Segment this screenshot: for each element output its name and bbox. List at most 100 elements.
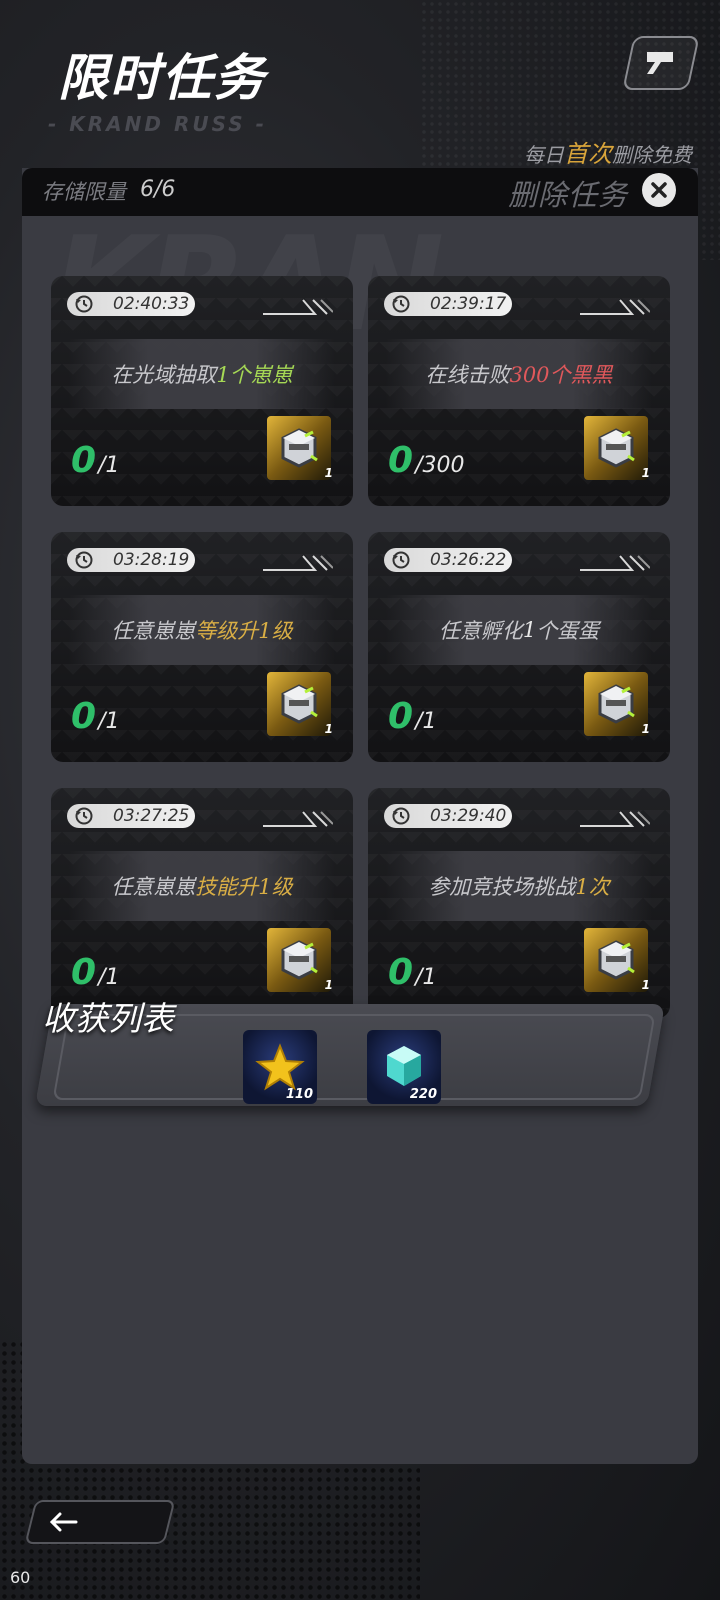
progress-current: 0 <box>71 696 97 737</box>
fps-counter: 60 <box>10 1568 31 1587</box>
harvest-count: 110 <box>285 1087 313 1102</box>
hint-highlight: 首次 <box>564 140 612 168</box>
reward-item[interactable]: 1 <box>267 672 333 736</box>
task-card[interactable]: 03:27:25 任意崽崽 技能升1级 0/1 1 <box>51 788 353 1018</box>
gear-crate-icon <box>598 684 635 724</box>
panel-header: 存储限量 6/6 删除任务 <box>22 168 698 216</box>
hint-suffix: 删除免费 <box>612 143 692 167</box>
task-card[interactable]: 02:40:33 在光域抽取 1个崽崽 0/1 1 <box>51 276 353 506</box>
task-card[interactable]: 03:29:40 参加竞技场挑战 1次 0/1 1 <box>368 788 670 1018</box>
free-delete-hint: 每日首次删除免费 <box>524 134 692 169</box>
timer-text: 02:39:17 <box>430 294 507 314</box>
desc-text: 在光域抽取 <box>111 363 217 387</box>
refresh-clock-icon <box>390 805 412 827</box>
task-description: 任意崽崽 技能升1级 <box>69 851 335 921</box>
reward-item[interactable]: 1 <box>267 928 333 992</box>
task-progress: 0/1 <box>71 440 119 481</box>
reward-count: 1 <box>641 466 650 480</box>
desc-text: 任意孵化 <box>438 619 523 643</box>
desc-highlight: 1 <box>522 618 537 642</box>
slash-decoration-icon <box>263 811 333 827</box>
progress-total: /300 <box>415 453 465 478</box>
task-description: 参加竞技场挑战 1次 <box>386 851 652 921</box>
task-timer: 03:26:22 <box>384 548 512 572</box>
reward-item[interactable]: 1 <box>584 928 650 992</box>
refresh-clock-icon <box>73 805 95 827</box>
desc-highlight: 等级升1级 <box>195 619 293 643</box>
progress-total: /1 <box>98 453 120 478</box>
timer-text: 03:28:19 <box>113 550 190 570</box>
desc-highlight: 300个黑黑 <box>509 363 613 387</box>
harvest-title: 收获列表 <box>42 999 174 1038</box>
progress-current: 0 <box>71 952 97 993</box>
gear-crate-icon <box>281 940 318 980</box>
reward-item[interactable]: 1 <box>584 672 650 736</box>
task-timer: 02:39:17 <box>384 292 512 316</box>
progress-current: 0 <box>388 696 414 737</box>
refresh-clock-icon <box>73 549 95 571</box>
slash-decoration-icon <box>263 299 333 315</box>
desc-highlight: 1次 <box>575 875 610 899</box>
reward-count: 1 <box>641 722 650 736</box>
task-card[interactable]: 02:39:17 在线击败 300个黑黑 0/300 1 <box>368 276 670 506</box>
desc-text: 参加竞技场挑战 <box>428 875 576 899</box>
back-button[interactable] <box>24 1500 176 1544</box>
slash-decoration-icon <box>263 555 333 571</box>
reward-item[interactable]: 1 <box>584 416 650 480</box>
slash-decoration-icon <box>580 299 650 315</box>
storage-label: 存储限量 <box>42 180 126 204</box>
timer-text: 03:29:40 <box>430 806 507 826</box>
page-title: 限时任务 <box>58 49 266 107</box>
slash-decoration-icon <box>580 555 650 571</box>
timer-text: 03:27:25 <box>113 806 190 826</box>
desc-text: 任意崽崽 <box>111 875 196 899</box>
harvest-item-cube[interactable]: 220 <box>367 1030 441 1104</box>
task-progress: 0/1 <box>71 952 119 993</box>
progress-current: 0 <box>71 440 97 481</box>
task-description: 任意孵化 1 个蛋蛋 <box>386 595 652 665</box>
task-card[interactable]: 03:28:19 任意崽崽 等级升1级 0/1 1 <box>51 532 353 762</box>
task-progress: 0/1 <box>388 952 436 993</box>
gear-crate-icon <box>281 428 318 468</box>
page-subtitle: - KRAND RUSS - <box>48 112 267 136</box>
task-timer: 03:29:40 <box>384 804 512 828</box>
refresh-clock-icon <box>73 293 95 315</box>
task-description: 在光域抽取 1个崽崽 <box>69 339 335 409</box>
desc-text: 在线击败 <box>425 363 510 387</box>
task-description: 在线击败 300个黑黑 <box>386 339 652 409</box>
progress-total: /1 <box>98 709 120 734</box>
corner-menu-button[interactable] <box>622 36 700 90</box>
desc-text: 任意崽崽 <box>111 619 196 643</box>
progress-total: /1 <box>98 965 120 990</box>
task-card[interactable]: 03:26:22 任意孵化 1 个蛋蛋 0/1 1 <box>368 532 670 762</box>
desc-highlight: 1个崽崽 <box>216 363 293 387</box>
progress-total: /1 <box>415 965 437 990</box>
harvest-item-star[interactable]: 110 <box>243 1030 317 1104</box>
hint-prefix: 每日 <box>524 143 564 167</box>
task-progress: 0/300 <box>388 440 464 481</box>
slash-decoration-icon <box>580 811 650 827</box>
task-timer: 02:40:33 <box>67 292 195 316</box>
delete-task-label[interactable]: 删除任务 <box>508 172 628 214</box>
progress-current: 0 <box>388 952 414 993</box>
desc-highlight: 技能升1级 <box>195 875 293 899</box>
task-progress: 0/1 <box>71 696 119 737</box>
reward-item[interactable]: 1 <box>267 416 333 480</box>
progress-current: 0 <box>388 440 414 481</box>
delete-task-button[interactable] <box>642 173 676 207</box>
refresh-clock-icon <box>390 293 412 315</box>
timer-text: 02:40:33 <box>113 294 190 314</box>
task-description: 任意崽崽 等级升1级 <box>69 595 335 665</box>
reward-count: 1 <box>324 978 333 992</box>
task-progress: 0/1 <box>388 696 436 737</box>
desc-suffix: 个蛋蛋 <box>536 619 600 643</box>
arrow-logo-icon <box>647 52 673 74</box>
reward-count: 1 <box>324 722 333 736</box>
reward-count: 1 <box>324 466 333 480</box>
close-icon <box>651 182 667 198</box>
progress-total: /1 <box>415 709 437 734</box>
gear-crate-icon <box>598 940 635 980</box>
task-timer: 03:27:25 <box>67 804 195 828</box>
gear-crate-icon <box>281 684 318 724</box>
gear-crate-icon <box>598 428 635 468</box>
